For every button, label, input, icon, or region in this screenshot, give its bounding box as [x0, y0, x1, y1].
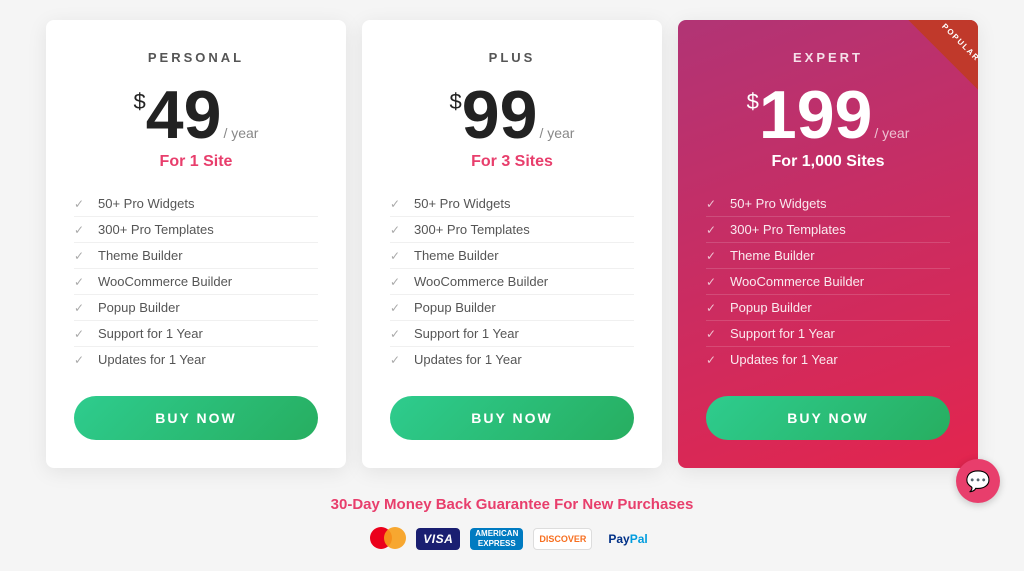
expert-buy-button[interactable]: BUY NOW — [706, 396, 950, 440]
check-icon: ✓ — [74, 249, 88, 263]
check-icon: ✓ — [74, 353, 88, 367]
check-icon: ✓ — [706, 197, 720, 211]
personal-price-row: $ 49 / year — [74, 81, 318, 149]
check-icon: ✓ — [706, 275, 720, 289]
list-item: ✓Theme Builder — [706, 243, 950, 269]
check-icon: ✓ — [390, 275, 404, 289]
plus-plan-card: PLUS $ 99 / year For 3 Sites ✓50+ Pro Wi… — [362, 20, 662, 468]
list-item: ✓Updates for 1 Year — [74, 347, 318, 372]
check-icon: ✓ — [74, 223, 88, 237]
personal-dollar-sign: $ — [134, 89, 146, 115]
plus-price-row: $ 99 / year — [390, 81, 634, 149]
chat-icon: 💬 — [966, 469, 991, 494]
personal-plan-card: PERSONAL $ 49 / year For 1 Site ✓50+ Pro… — [46, 20, 346, 468]
expert-plan-card: POPULAR EXPERT $ 199 / year For 1,000 Si… — [678, 20, 978, 468]
list-item: ✓WooCommerce Builder — [390, 269, 634, 295]
personal-features-list: ✓50+ Pro Widgets ✓300+ Pro Templates ✓Th… — [74, 191, 318, 372]
personal-price-period: / year — [223, 125, 258, 141]
plus-sites-label: For 3 Sites — [390, 153, 634, 171]
expert-price-amount: 199 — [759, 81, 872, 149]
list-item: ✓Popup Builder — [390, 295, 634, 321]
expert-price-period: / year — [874, 125, 909, 141]
discover-icon: DISCOVER — [533, 528, 592, 550]
list-item: ✓Updates for 1 Year — [390, 347, 634, 372]
check-icon: ✓ — [390, 353, 404, 367]
chat-bubble-button[interactable]: 💬 — [956, 459, 1000, 503]
list-item: ✓300+ Pro Templates — [706, 217, 950, 243]
list-item: ✓Support for 1 Year — [74, 321, 318, 347]
check-icon: ✓ — [706, 301, 720, 315]
payment-icons-row: VISA AMERICANEXPRESS DISCOVER PayPal — [10, 527, 1014, 551]
list-item: ✓Popup Builder — [706, 295, 950, 321]
list-item: ✓Support for 1 Year — [390, 321, 634, 347]
paypal-icon: PayPal — [602, 528, 653, 550]
popular-triangle — [898, 20, 978, 100]
list-item: ✓WooCommerce Builder — [74, 269, 318, 295]
guarantee-text: 30-Day Money Back Guarantee For New Purc… — [10, 496, 1014, 513]
check-icon: ✓ — [706, 353, 720, 367]
list-item: ✓Theme Builder — [390, 243, 634, 269]
list-item: ✓Theme Builder — [74, 243, 318, 269]
personal-buy-button[interactable]: BUY NOW — [74, 396, 318, 440]
visa-icon: VISA — [416, 528, 460, 550]
expert-features-list: ✓50+ Pro Widgets ✓300+ Pro Templates ✓Th… — [706, 191, 950, 372]
amex-icon: AMERICANEXPRESS — [470, 528, 523, 550]
personal-price-amount: 49 — [146, 81, 222, 149]
check-icon: ✓ — [390, 327, 404, 341]
personal-sites-label: For 1 Site — [74, 153, 318, 171]
check-icon: ✓ — [706, 249, 720, 263]
expert-sites-label: For 1,000 Sites — [706, 153, 950, 171]
list-item: ✓300+ Pro Templates — [390, 217, 634, 243]
plus-features-list: ✓50+ Pro Widgets ✓300+ Pro Templates ✓Th… — [390, 191, 634, 372]
footer-section: 30-Day Money Back Guarantee For New Purc… — [10, 496, 1014, 551]
list-item: ✓Popup Builder — [74, 295, 318, 321]
check-icon: ✓ — [390, 223, 404, 237]
popular-corner: POPULAR — [898, 20, 978, 100]
check-icon: ✓ — [390, 249, 404, 263]
list-item: ✓WooCommerce Builder — [706, 269, 950, 295]
check-icon: ✓ — [390, 197, 404, 211]
list-item: ✓50+ Pro Widgets — [706, 191, 950, 217]
check-icon: ✓ — [74, 275, 88, 289]
check-icon: ✓ — [74, 301, 88, 315]
check-icon: ✓ — [390, 301, 404, 315]
plus-buy-button[interactable]: BUY NOW — [390, 396, 634, 440]
check-icon: ✓ — [706, 223, 720, 237]
expert-dollar-sign: $ — [747, 89, 759, 115]
check-icon: ✓ — [706, 327, 720, 341]
plus-dollar-sign: $ — [450, 89, 462, 115]
check-icon: ✓ — [74, 197, 88, 211]
list-item: ✓50+ Pro Widgets — [74, 191, 318, 217]
list-item: ✓Support for 1 Year — [706, 321, 950, 347]
plus-plan-name: PLUS — [390, 50, 634, 65]
list-item: ✓50+ Pro Widgets — [390, 191, 634, 217]
check-icon: ✓ — [74, 327, 88, 341]
list-item: ✓Updates for 1 Year — [706, 347, 950, 372]
plus-price-period: / year — [539, 125, 574, 141]
mastercard-icon — [370, 527, 406, 551]
personal-plan-name: PERSONAL — [74, 50, 318, 65]
plus-price-amount: 99 — [462, 81, 538, 149]
pricing-cards-container: PERSONAL $ 49 / year For 1 Site ✓50+ Pro… — [22, 20, 1002, 468]
list-item: ✓300+ Pro Templates — [74, 217, 318, 243]
